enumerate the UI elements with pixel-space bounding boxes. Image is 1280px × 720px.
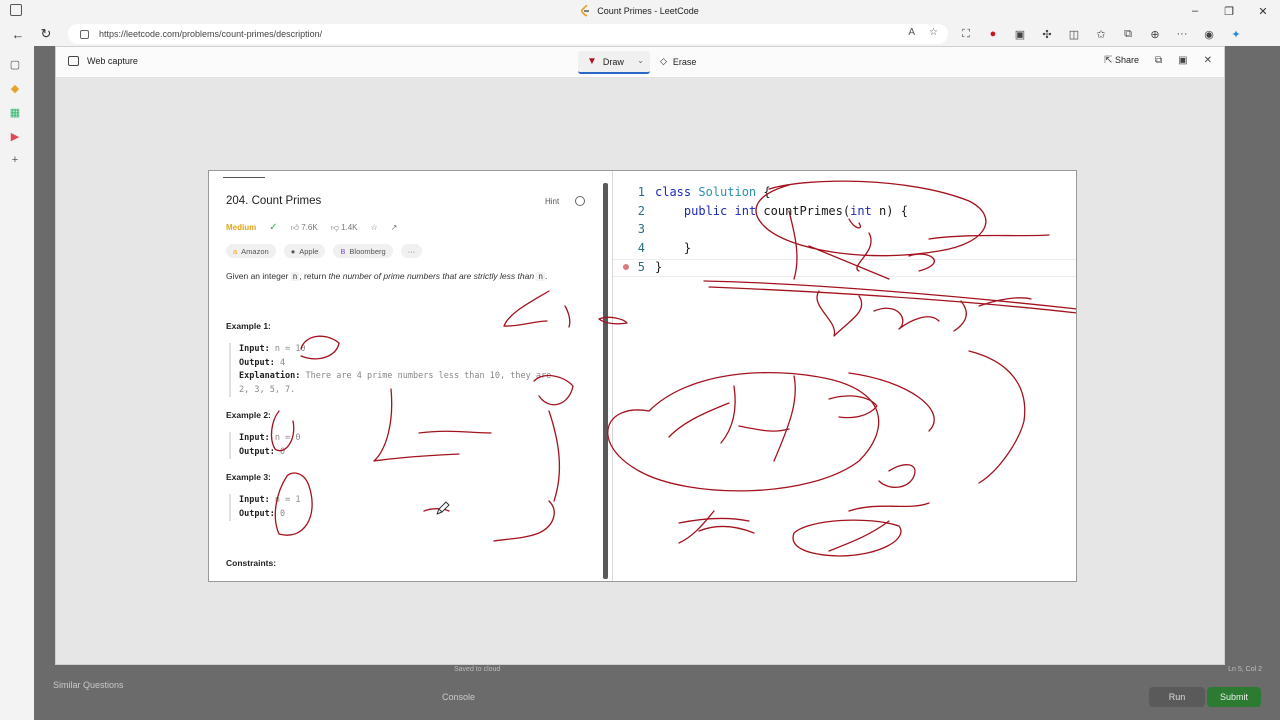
web-capture-panel: Web capture ▼ Draw ⌄ ◇ Erase ⇱ Share ⧉ ▣…: [55, 46, 1225, 665]
window-title: Count Primes - LeetCode: [581, 5, 699, 17]
share-icon: ⇱: [1104, 55, 1113, 66]
extensions-puzzle-icon[interactable]: ✣: [1039, 26, 1055, 42]
erase-button[interactable]: ◇ Erase: [660, 56, 696, 67]
site-info-icon[interactable]: [80, 29, 89, 39]
copilot-icon[interactable]: ✦: [1228, 26, 1244, 42]
workspaces-icon[interactable]: [10, 4, 22, 16]
minimize-icon[interactable]: –: [1178, 3, 1212, 19]
favorite-star-icon[interactable]: ☆: [929, 27, 938, 38]
erase-label: Erase: [672, 56, 697, 67]
chevron-down-icon[interactable]: ⌄: [637, 56, 644, 65]
pen-cursor-icon: [436, 501, 450, 515]
address-bar[interactable]: https://leetcode.com/problems/count-prim…: [68, 24, 948, 44]
address-row: ← ↻ https://leetcode.com/problems/count-…: [0, 22, 1280, 46]
draw-label: Draw: [602, 56, 624, 67]
close-capture-icon[interactable]: ✕: [1204, 55, 1212, 66]
restore-icon[interactable]: ❐: [1212, 3, 1246, 19]
web-capture-label: Web capture: [87, 56, 138, 66]
similar-questions-label: Similar Questions: [53, 680, 124, 690]
ink-annotations-overlay: [270, 180, 1076, 557]
browser-titlebar: Count Primes - LeetCode – ❐ ✕: [0, 0, 1280, 22]
share-button[interactable]: ⇱ Share: [1104, 55, 1139, 66]
ink-stroke-group-editor-lower: [607, 350, 1026, 557]
ink-stroke-group-center: [270, 290, 628, 542]
captured-screenshot: 204. Count Primes Hint Medium ✓ 👍︎ 7.6K …: [208, 170, 1077, 582]
opera-extension-icon[interactable]: ●: [985, 26, 1001, 42]
console-toggle[interactable]: Console: [442, 692, 475, 702]
favorites-icon[interactable]: ✩: [1093, 26, 1109, 42]
read-aloud-icon[interactable]: A: [908, 27, 915, 38]
share-label: Share: [1114, 55, 1140, 65]
capture-actions: ⇱ Share ⧉ ▣ ✕: [1104, 55, 1212, 66]
leetcode-logo-icon: [581, 5, 590, 17]
browser-sidebar: ▢ ◆ ▦ ▶ +: [0, 46, 30, 720]
ink-stroke-group-code: [703, 180, 1076, 337]
web-capture-toolbar-icon[interactable]: ⊕: [1147, 26, 1163, 42]
pen-icon: ▼: [587, 56, 597, 67]
tab-title: Count Primes - LeetCode: [597, 6, 699, 16]
sheets-tab-icon[interactable]: ▦: [7, 104, 23, 120]
cursor-position: Ln 5, Col 2: [1228, 666, 1262, 673]
save-icon[interactable]: ▣: [1178, 55, 1187, 66]
saved-status: Saved to cloud: [454, 666, 501, 673]
eraser-icon: ◇: [660, 56, 667, 66]
url-text: https://leetcode.com/problems/count-prim…: [99, 29, 323, 39]
submit-button[interactable]: Submit: [1207, 687, 1261, 707]
draw-button[interactable]: ▼ Draw ⌄: [578, 51, 650, 74]
collections-icon[interactable]: ⧉: [1120, 26, 1136, 42]
web-capture-title: Web capture: [68, 56, 138, 66]
split-screen-icon[interactable]: ◫: [1066, 26, 1082, 42]
copy-icon[interactable]: ⧉: [1155, 55, 1162, 66]
tab-actions-icon[interactable]: ▢: [7, 56, 23, 72]
run-button[interactable]: Run: [1149, 687, 1205, 707]
back-icon[interactable]: ←: [9, 25, 27, 43]
window-controls: – ❐ ✕: [1178, 3, 1280, 19]
profile-avatar-icon[interactable]: ◉: [1201, 26, 1217, 42]
toolbar-extensions: ⛶ ● ▣ ✣ ◫ ✩ ⧉ ⊕ ··· ◉ ✦: [958, 26, 1244, 42]
web-capture-icon: [68, 56, 79, 66]
refresh-icon[interactable]: ↻: [37, 25, 55, 43]
extension-icon-2[interactable]: ▣: [1012, 26, 1028, 42]
close-window-icon[interactable]: ✕: [1246, 3, 1280, 19]
web-capture-toolbar: Web capture ▼ Draw ⌄ ◇ Erase ⇱ Share ⧉ ▣…: [56, 47, 1224, 78]
new-tab-icon[interactable]: +: [7, 152, 23, 168]
extension-icon-1[interactable]: ⛶: [958, 26, 974, 42]
youtube-tab-icon[interactable]: ▶: [7, 128, 23, 144]
settings-more-icon[interactable]: ···: [1174, 26, 1190, 42]
leetcode-tab-icon[interactable]: ◆: [7, 80, 23, 96]
